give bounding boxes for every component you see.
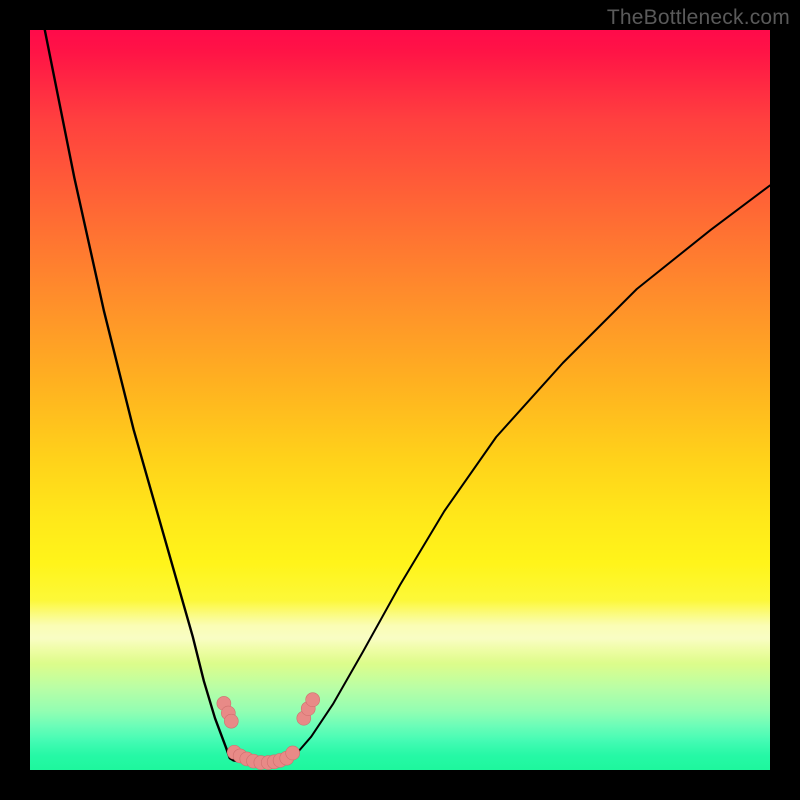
series-right-curve xyxy=(289,185,770,759)
chart-frame: TheBottleneck.com xyxy=(0,0,800,800)
marker-cluster-right-lower-2 xyxy=(286,746,300,760)
plot-area xyxy=(30,30,770,770)
marker-cluster-right-upper-3 xyxy=(306,693,320,707)
watermark-text: TheBottleneck.com xyxy=(607,6,790,30)
marker-group xyxy=(217,693,320,770)
marker-cluster-left-upper-3 xyxy=(224,714,238,728)
curve-group xyxy=(45,30,770,763)
series-left-curve xyxy=(45,30,234,760)
chart-svg xyxy=(30,30,770,770)
